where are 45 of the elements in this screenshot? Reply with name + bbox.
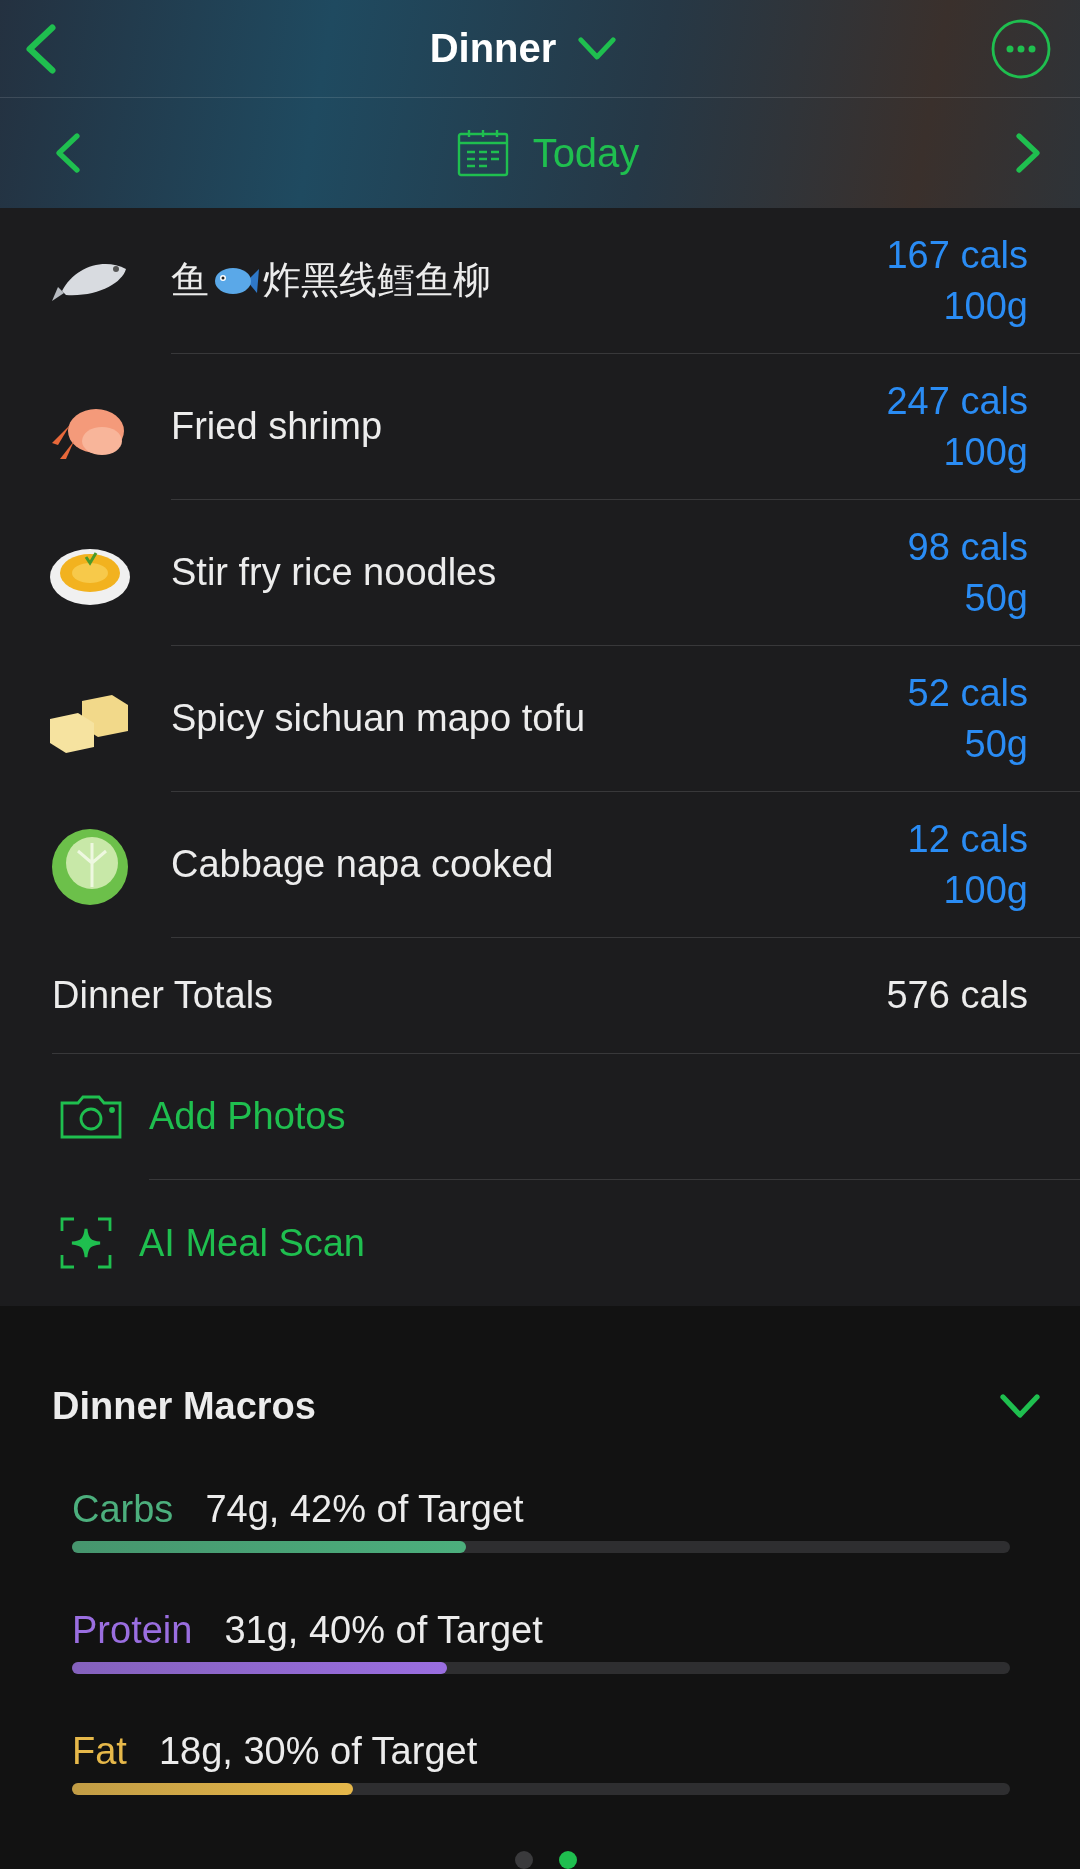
back-icon — [26, 23, 56, 74]
next-day-button[interactable] — [1016, 133, 1040, 173]
calories-text: 98 cals — [907, 524, 1028, 570]
calories-text: 12 cals — [907, 816, 1028, 862]
chevron-left-icon — [56, 133, 80, 173]
food-name[interactable]: Stir fry rice noodles — [171, 551, 497, 594]
serving-amount: 100g — [943, 867, 1028, 913]
chevron-down-icon — [578, 37, 617, 60]
camera-icon — [60, 1095, 122, 1139]
food-name[interactable]: 炸黑线鳕鱼柳 — [263, 255, 491, 306]
macro-name: Protein — [72, 1609, 193, 1652]
macro-reading: 74g, 42% of Target — [205, 1488, 524, 1531]
calendar-icon — [456, 129, 509, 177]
food-name[interactable]: Cabbage napa cooked — [171, 843, 554, 886]
totals-label: Dinner Totals — [52, 974, 274, 1017]
food-name[interactable]: Spicy sichuan mapo tofu — [171, 697, 585, 740]
sparkle-scan-icon — [60, 1217, 112, 1269]
action-link[interactable]: AI Meal Scan — [139, 1221, 365, 1265]
calories-text: 247 cals — [886, 378, 1028, 424]
action-link[interactable]: Add Photos — [149, 1095, 346, 1138]
section-title: Dinner Macros — [52, 1384, 316, 1428]
chevron-down-icon — [1000, 1394, 1040, 1418]
macro-reading: 31g, 40% of Target — [224, 1609, 543, 1652]
serving-amount: 50g — [964, 721, 1028, 767]
calories-text: 167 cals — [886, 232, 1028, 278]
serving-amount: 100g — [943, 429, 1028, 475]
food-name[interactable]: 鱼 — [171, 255, 209, 306]
previous-day-button[interactable] — [56, 133, 80, 173]
calories-text: 52 cals — [907, 670, 1028, 716]
more-icon — [990, 17, 1052, 80]
meal-title[interactable]: Dinner — [429, 26, 617, 71]
chevron-right-icon — [1016, 133, 1040, 173]
page-dot[interactable] — [515, 1851, 533, 1869]
page-dot[interactable] — [559, 1851, 577, 1869]
macro-reading: 18g, 30% of Target — [158, 1730, 478, 1773]
back-button[interactable] — [26, 23, 56, 74]
date-selector[interactable]: Today — [456, 129, 640, 177]
macro-name: Fat — [72, 1730, 127, 1773]
totals-value: 576 cals — [886, 974, 1028, 1017]
collapse-button[interactable] — [1000, 1394, 1040, 1418]
serving-amount: 50g — [964, 575, 1028, 621]
food-name[interactable]: Fried shrimp — [171, 405, 383, 448]
macro-name: Carbs — [72, 1488, 174, 1531]
serving-amount: 100g — [943, 283, 1028, 329]
more-button[interactable] — [990, 17, 1052, 80]
